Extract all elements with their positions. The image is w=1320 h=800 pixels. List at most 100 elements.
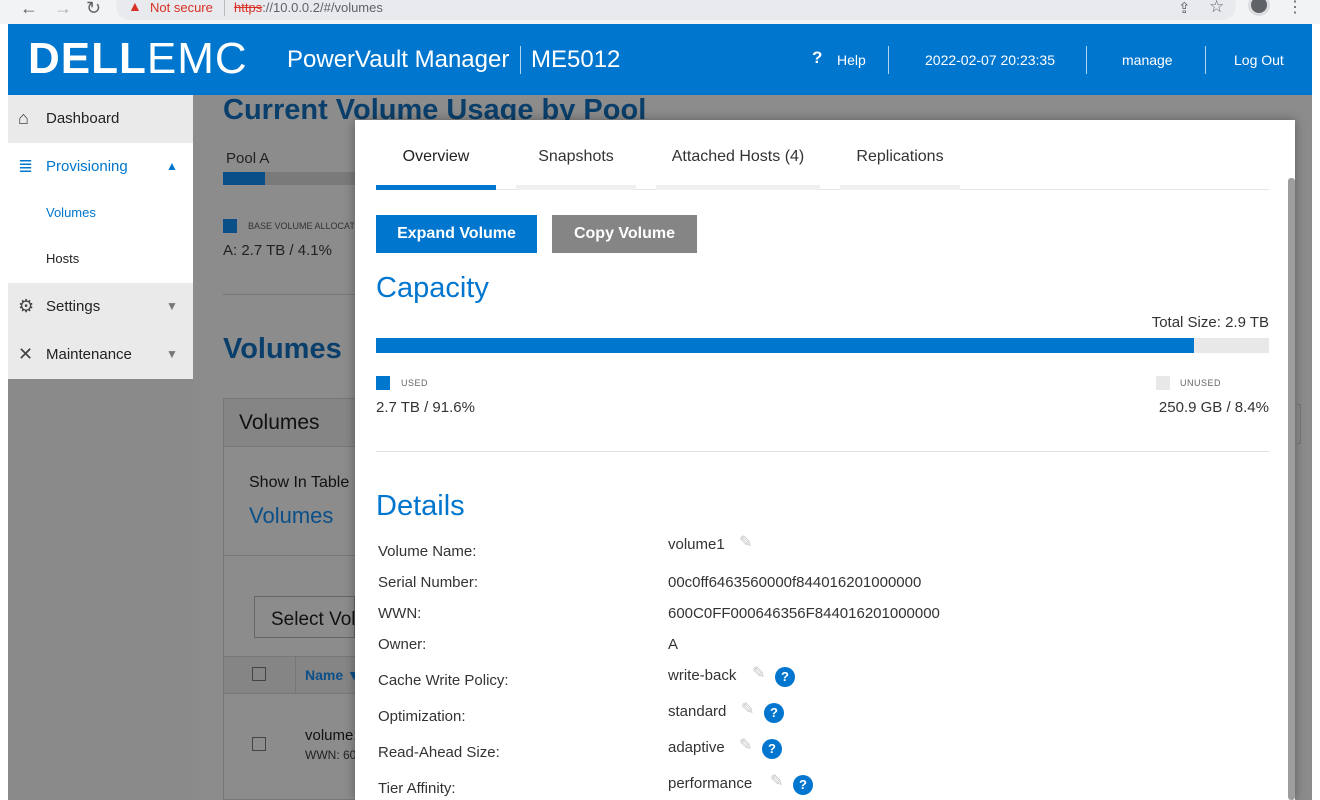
detail-label: Volume Name: [378,543,477,560]
sidebar-item-label: Settings [46,298,101,315]
capacity-bar [376,338,1269,353]
select-volumes-text: Select Volumes [271,609,355,630]
capacity-used-fill [376,338,1194,353]
detail-label: Optimization: [378,708,466,725]
show-in-table-label: Show In Table [249,474,350,491]
tab-underline [376,185,496,190]
divider [224,555,355,556]
unused-legend-swatch [1156,376,1170,390]
allocation-value: A: 2.7 TB / 4.1% [223,242,332,259]
pool-label: Pool A [226,150,270,167]
header-divider [520,46,521,74]
help-question-icon[interactable]: ? [762,739,782,759]
modal-tabs: Overview Snapshots Attached Hosts (4) Re… [376,120,1269,190]
detail-label: Tier Affinity: [378,780,456,797]
copy-volume-button[interactable]: Copy Volume [552,215,697,253]
unused-legend-label: UNUSED [1180,378,1222,388]
not-secure-label[interactable]: Not secure [150,0,213,15]
detail-label: Serial Number: [378,574,479,591]
help-question-icon[interactable]: ? [764,703,784,723]
detail-value: 600C0FF000646356F844016201000000 [668,605,940,622]
capacity-heading: Capacity [376,272,489,304]
detail-label: Cache Write Policy: [378,672,509,689]
edit-pencil-icon[interactable]: ✎ [739,532,752,552]
tab-label: Replications [856,148,944,165]
name-column-header[interactable]: Name ▼ [305,667,361,683]
chevron-down-icon[interactable]: ▼ [166,299,178,313]
url-text[interactable]: https://10.0.0.2/#/volumes [234,0,383,15]
address-separator [224,0,225,16]
total-size: Total Size: 2.9 TB [1151,314,1269,331]
sidebar-item-dashboard[interactable]: ⌂ Dashboard [8,95,193,143]
expand-volume-button[interactable]: Expand Volume [376,215,537,253]
volumes-filter-link[interactable]: Volumes [249,503,333,529]
sidebar-item-settings[interactable]: ⚙ Settings ▼ [8,283,193,331]
reload-icon[interactable]: ↻ [86,0,101,19]
forward-arrow-icon[interactable]: → [54,0,72,19]
used-legend-label: USED [401,378,429,388]
help-link[interactable]: Help [837,52,866,68]
tab-underline [656,185,820,190]
tab-snapshots[interactable]: Snapshots [516,120,636,190]
edit-pencil-icon[interactable]: ✎ [739,735,752,755]
column-divider [295,656,296,694]
bookmark-star-icon[interactable]: ☆ [1209,0,1224,17]
detail-value: A [668,636,679,653]
legend-swatch [223,219,237,233]
edit-pencil-icon[interactable]: ✎ [741,699,754,719]
modal-scrollbar[interactable] [1288,178,1295,800]
detail-label: Read-Ahead Size: [378,744,500,761]
tab-label: Attached Hosts (4) [671,148,805,165]
tab-replications[interactable]: Replications [840,120,960,190]
tab-attached-hosts[interactable]: Attached Hosts (4) [656,120,820,190]
sidebar-item-provisioning[interactable]: ≣ Provisioning ▲ [8,143,193,191]
app-header: DELLEMC PowerVault Manager ME5012 ? Help… [8,24,1312,95]
logo-dell: DELL [28,34,147,83]
detail-value: write-back [668,667,737,684]
divider [223,294,355,295]
table-row-name[interactable]: volume1 [305,727,355,744]
pool-usage-fill [223,172,265,185]
edit-pencil-icon[interactable]: ✎ [770,771,783,791]
tools-icon: ✕ [18,344,34,364]
edit-pencil-icon[interactable]: ✎ [752,663,765,683]
url-path: ://10.0.0.2/#/volumes [262,0,383,15]
logout-link[interactable]: Log Out [1234,52,1284,68]
volumes-panel-title: Volumes [239,411,320,434]
back-arrow-icon[interactable]: ← [20,0,38,19]
details-heading: Details [376,490,465,522]
chevron-up-icon[interactable]: ▲ [166,159,178,173]
browser-menu-icon[interactable]: ⋮ [1287,0,1303,17]
header-divider [1086,46,1087,74]
profile-avatar-icon[interactable] [1248,0,1270,16]
help-question-icon[interactable]: ? [775,667,795,687]
detail-value: standard [668,703,727,720]
help-question-icon[interactable]: ? [793,775,813,795]
sidebar-item-maintenance[interactable]: ✕ Maintenance ▼ [8,331,193,379]
user-menu[interactable]: manage [1122,52,1173,68]
tab-overview[interactable]: Overview [376,120,496,190]
help-icon[interactable]: ? [812,48,822,68]
detail-value: 00c0ff6463560000f844016201000000 [668,574,922,591]
header-divider [888,46,889,74]
sidebar: ⌂ Dashboard ≣ Provisioning ▲ Volumes Hos… [8,95,193,379]
header-divider [1205,46,1206,74]
used-value: 2.7 TB / 91.6% [376,399,475,416]
section-divider [376,451,1269,452]
database-icon: ≣ [18,156,34,176]
sidebar-item-hosts[interactable]: Hosts [8,237,193,283]
volumes-heading: Volumes [223,333,342,365]
allocation-legend-label: BASE VOLUME ALLOCATION [248,221,354,231]
gear-icon: ⚙ [18,296,35,316]
share-icon[interactable]: ⇪ [1178,0,1191,17]
chevron-down-icon[interactable]: ▼ [166,347,178,361]
detail-value: performance [668,775,753,792]
home-icon: ⌂ [18,108,29,128]
model-name: ME5012 [531,46,621,73]
dell-emc-logo[interactable]: DELLEMC [28,34,248,84]
select-all-checkbox[interactable] [252,667,266,681]
unused-value: 250.9 GB / 8.4% [1158,399,1269,416]
warning-icon[interactable]: ▲ [128,0,142,14]
row-checkbox[interactable] [252,737,266,751]
sidebar-item-volumes[interactable]: Volumes [8,191,193,237]
